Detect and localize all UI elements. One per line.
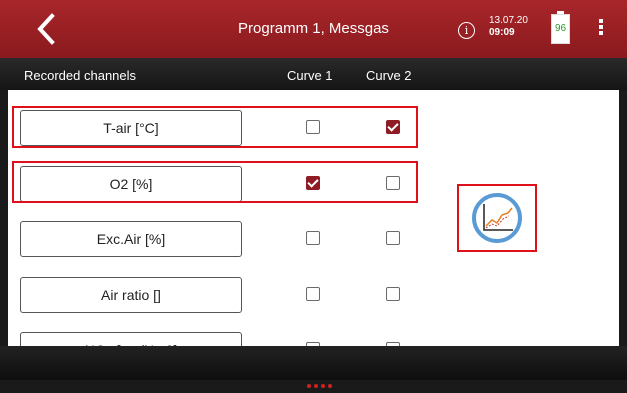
line-chart-icon bbox=[472, 193, 522, 243]
date-text: 13.07.20 bbox=[489, 15, 528, 26]
time-text: 09:09 bbox=[489, 27, 515, 38]
channel-button-air-ratio[interactable]: Air ratio [] bbox=[20, 277, 242, 313]
channel-button-exc-air[interactable]: Exc.Air [%] bbox=[20, 221, 242, 257]
page-indicator bbox=[307, 375, 335, 393]
more-menu-icon[interactable] bbox=[598, 19, 604, 37]
top-bar: Programm 1, Messgas i 13.07.20 09:09 96 bbox=[0, 0, 627, 58]
battery-level: 96 bbox=[554, 23, 567, 34]
channel-button-nox[interactable]: NOx [mg/Nm3] bbox=[20, 332, 242, 346]
highlight-row-o2 bbox=[12, 161, 418, 203]
highlight-row-t-air bbox=[12, 106, 418, 148]
curve1-checkbox[interactable] bbox=[306, 287, 320, 301]
column-header: Recorded channels Curve 1 Curve 2 bbox=[0, 58, 627, 90]
page-title: Programm 1, Messgas bbox=[238, 20, 389, 37]
header-curve-2: Curve 2 bbox=[366, 68, 412, 83]
header-recorded-channels: Recorded channels bbox=[24, 68, 137, 83]
channel-row: NOx [mg/Nm3] bbox=[8, 323, 619, 346]
date-time: 13.07.20 09:09 bbox=[489, 15, 528, 39]
curve2-checkbox[interactable] bbox=[386, 231, 400, 245]
info-icon[interactable]: i bbox=[458, 22, 475, 39]
battery-icon: 96 bbox=[551, 11, 570, 44]
channel-row: Air ratio [] bbox=[8, 268, 619, 318]
bottom-bar bbox=[0, 346, 627, 388]
curve1-checkbox[interactable] bbox=[306, 231, 320, 245]
curve-chart-button[interactable] bbox=[457, 184, 537, 252]
header-curve-1: Curve 1 bbox=[287, 68, 333, 83]
channel-list: T-air [°C] O2 [%] Exc.Air [%] Air ratio … bbox=[8, 90, 619, 346]
curve2-checkbox[interactable] bbox=[386, 287, 400, 301]
